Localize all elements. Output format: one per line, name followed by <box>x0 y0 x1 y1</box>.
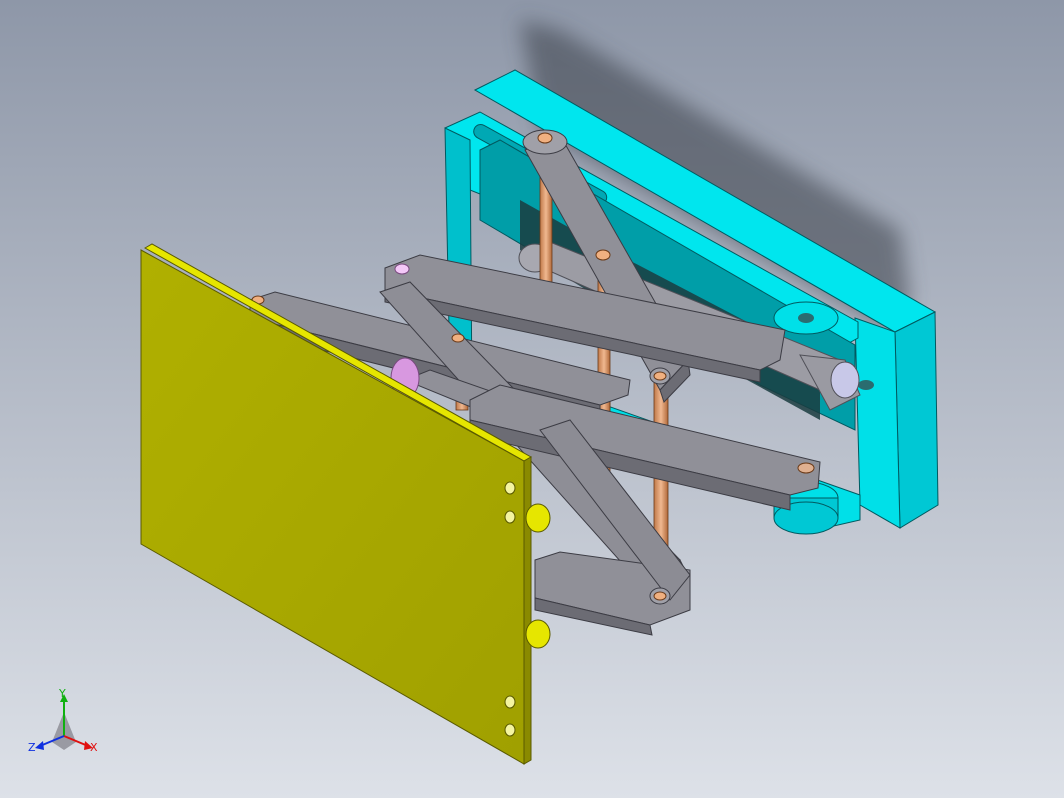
y-axis-label: Y <box>58 687 66 700</box>
cad-viewport[interactable]: Y X Z <box>0 0 1064 798</box>
x-axis-label: X <box>90 741 98 754</box>
z-axis-label: Z <box>28 741 36 754</box>
assembly-view: Y X Z <box>0 0 1064 798</box>
